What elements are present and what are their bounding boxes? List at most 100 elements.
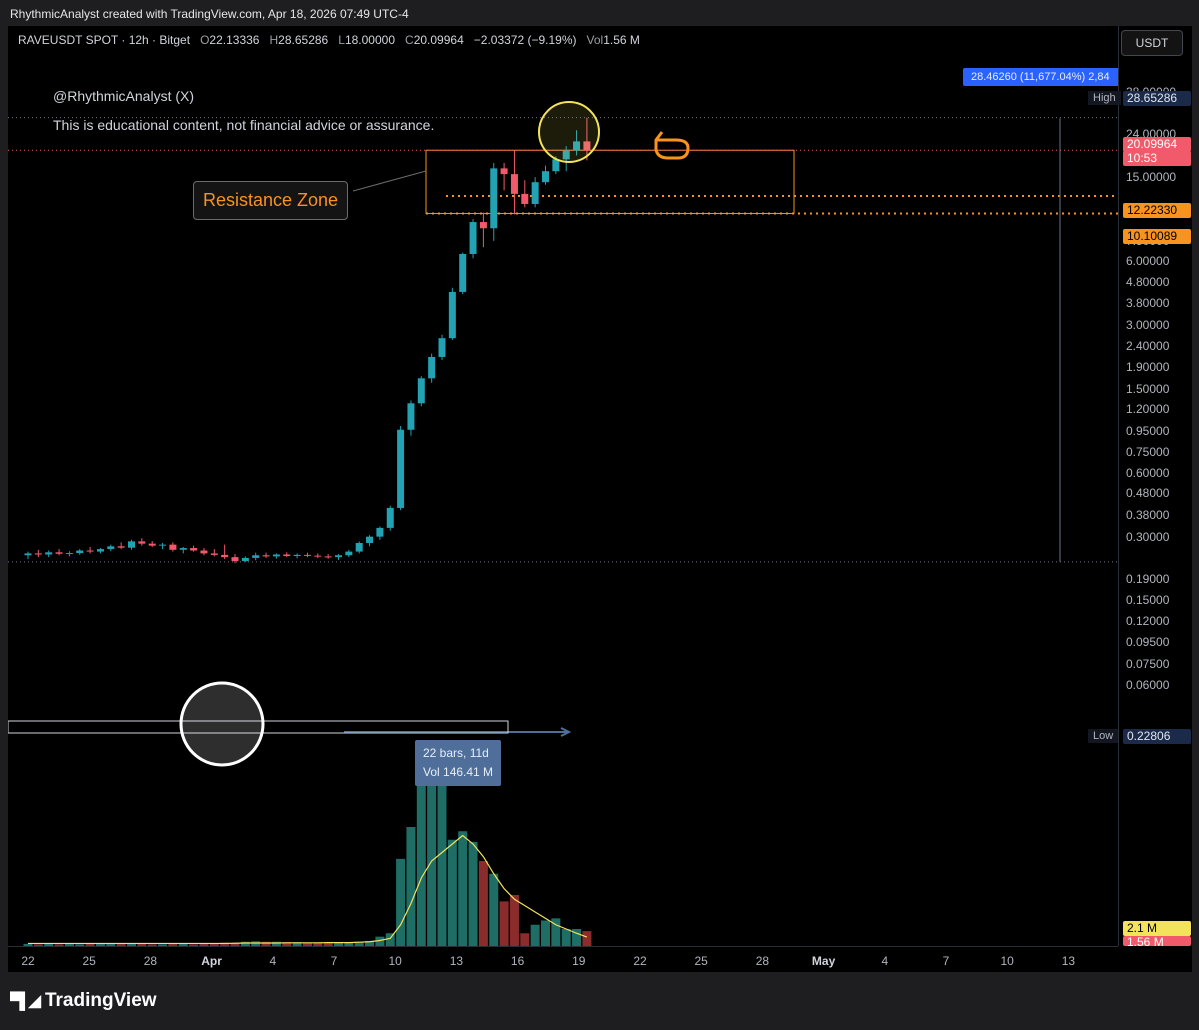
- volume-bar: [396, 858, 406, 946]
- candle-body: [117, 546, 125, 548]
- last-price-tag: 20.09964: [1123, 137, 1191, 152]
- volume-bar: [478, 861, 488, 946]
- candle-body: [386, 507, 394, 528]
- candle-body: [65, 553, 73, 555]
- price-tick-21: 0.09500: [1126, 635, 1170, 650]
- footer: [0, 972, 1199, 1030]
- price-tick-2: 15.00000: [1126, 170, 1177, 185]
- candle-body: [490, 168, 498, 229]
- volume-bar: [582, 931, 592, 946]
- candle-body: [510, 174, 518, 194]
- price-tick-17: 0.30000: [1126, 529, 1170, 544]
- candle-body: [552, 159, 560, 172]
- time-tick-2: 28: [143, 954, 158, 968]
- time-tick-3: Apr: [201, 954, 222, 968]
- time-tick-15: 7: [942, 954, 950, 968]
- price-tick-11: 1.20000: [1126, 402, 1170, 417]
- time-tick-5: 7: [330, 954, 338, 968]
- level-tag-lower: 10.10089: [1123, 229, 1191, 244]
- price-tick-12: 0.95000: [1126, 423, 1170, 438]
- candle-body: [345, 551, 353, 556]
- volume-bar: [416, 784, 426, 946]
- time-tick-11: 25: [694, 954, 708, 968]
- candle-body: [272, 554, 280, 557]
- candle-body: [417, 378, 425, 404]
- author-note: @RhythmicAnalyst (X): [53, 88, 195, 104]
- price-tick-18: 0.19000: [1126, 571, 1170, 586]
- candle-body: [397, 429, 405, 508]
- candle-body: [200, 550, 208, 554]
- measure-tooltip: 22 bars, 11d Vol 146.41 M: [415, 740, 502, 786]
- time-axis[interactable]: [8, 946, 1118, 972]
- volume-ma-tag: 2.1 M: [1123, 921, 1191, 936]
- price-chart-svg: [8, 101, 1118, 946]
- volume-bar: [530, 924, 540, 946]
- resistance-callout-line: [352, 170, 427, 192]
- volume-bar: [468, 841, 478, 946]
- price-tick-23: 0.06000: [1126, 677, 1170, 692]
- volume-bar: [447, 839, 457, 946]
- price-tick-4: 6.00000: [1126, 254, 1170, 269]
- volume-tag: 1.56 M: [1123, 936, 1191, 946]
- currency-unit-button[interactable]: USDT: [1121, 30, 1183, 56]
- candle-body: [335, 555, 342, 558]
- candle-body: [542, 171, 549, 183]
- candle-body: [107, 546, 115, 550]
- resistance-zone-label: Resistance Zone: [193, 181, 349, 220]
- price-tick-22: 0.07500: [1126, 657, 1170, 672]
- candle-body: [469, 222, 477, 254]
- high-price-tag: 28.65286: [1123, 91, 1191, 106]
- candle-body: [45, 552, 53, 555]
- low-price-tag: 0.22806: [1123, 729, 1191, 744]
- price-tick-15: 0.48000: [1126, 486, 1170, 501]
- price-tick-16: 0.38000: [1126, 507, 1170, 522]
- low-tag-label: Low: [1088, 729, 1119, 743]
- candle-body: [500, 168, 508, 175]
- disclaimer-note: This is educational content, not financi…: [53, 117, 435, 133]
- candle-body: [376, 527, 384, 537]
- volume-bar: [561, 929, 571, 946]
- volume-bar: [406, 827, 416, 946]
- time-tick-14: 4: [881, 954, 889, 968]
- volume-bar: [458, 831, 468, 946]
- time-tick-0: 22: [21, 954, 35, 968]
- candle-body: [76, 550, 84, 554]
- price-tick-13: 0.75000: [1126, 445, 1170, 460]
- price-tick-20: 0.12000: [1126, 613, 1170, 628]
- chart-area[interactable]: RAVEUSDT SPOT · 12h · Bitget O22.13336 H…: [8, 26, 1192, 972]
- measure-percent-label: 28.46260 (11,677.04%) 2,84: [963, 68, 1136, 86]
- price-tick-7: 3.00000: [1126, 318, 1170, 333]
- candle-body: [324, 556, 332, 558]
- measure-bars: 22 bars, 11d: [423, 746, 489, 760]
- price-tick-10: 1.50000: [1126, 381, 1170, 396]
- price-tick-9: 1.90000: [1126, 360, 1170, 374]
- candle-body: [407, 403, 415, 430]
- time-tick-7: 13: [449, 954, 464, 968]
- volume-bar: [520, 933, 530, 946]
- candle-body: [138, 541, 146, 544]
- price-tick-14: 0.60000: [1126, 465, 1170, 480]
- candle-body: [221, 554, 229, 558]
- header-text: RhythmicAnalyst created with TradingView…: [10, 7, 409, 21]
- tradingview-mark-icon: ▀▌◢: [10, 993, 41, 1010]
- time-tick-9: 19: [572, 954, 586, 968]
- tradingview-logo: ▀▌◢ TradingView: [10, 990, 157, 1012]
- candle-body: [128, 541, 135, 548]
- candle-body: [283, 554, 291, 557]
- time-tick-1: 25: [82, 954, 96, 968]
- candle-body: [293, 554, 301, 557]
- price-tick-5: 4.80000: [1126, 274, 1170, 289]
- candle-body: [366, 536, 374, 543]
- candle-body: [438, 338, 446, 357]
- time-tick-10: 22: [633, 954, 647, 968]
- candle-body: [179, 548, 187, 550]
- candle-body: [459, 253, 467, 292]
- volume-bar: [509, 895, 519, 946]
- candle-body: [34, 553, 42, 555]
- candle-body: [252, 555, 260, 558]
- candle-body: [210, 553, 218, 555]
- pointing-hand-icon: [654, 131, 690, 160]
- candle-body: [479, 222, 487, 229]
- candle-body: [169, 544, 177, 550]
- volume-bar: [489, 873, 499, 946]
